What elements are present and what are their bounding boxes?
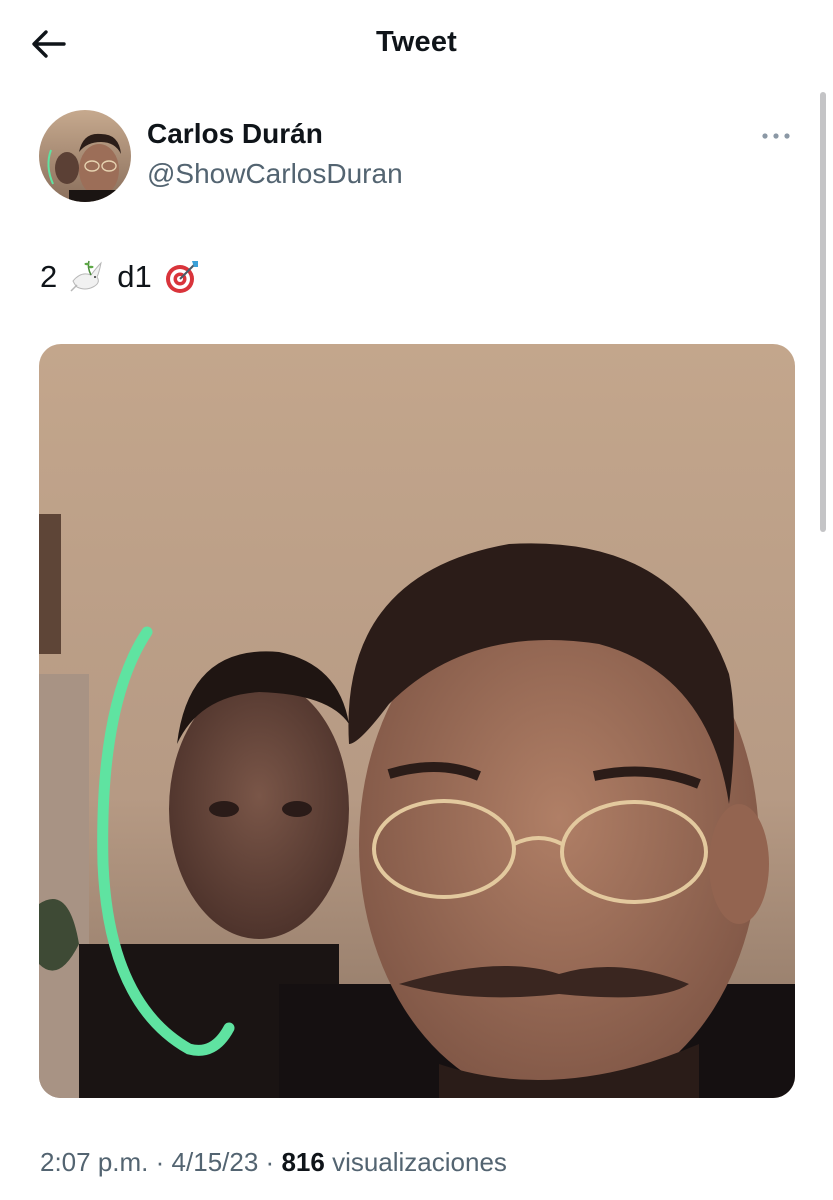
tweet-photo[interactable]	[39, 344, 795, 1098]
views-count[interactable]: 816	[281, 1147, 324, 1177]
tweet-text-part: d1	[117, 259, 152, 294]
author-name[interactable]: Carlos Durán	[147, 118, 323, 150]
meta-separator: ·	[155, 1147, 165, 1177]
tweet-time: 2:07 p.m.	[40, 1147, 149, 1177]
author-handle[interactable]: @ShowCarlosDuran	[147, 158, 403, 190]
tweet-photo-image	[39, 344, 795, 1098]
tweet-text: 2 d1	[40, 254, 212, 300]
meta-separator: ·	[265, 1147, 275, 1177]
scrollbar[interactable]	[820, 92, 826, 532]
more-options-button[interactable]	[752, 120, 800, 152]
tweet-text-part: 2	[40, 259, 58, 294]
avatar-photo	[39, 110, 131, 202]
avatar[interactable]	[39, 110, 131, 202]
top-bar: Tweet	[0, 0, 833, 90]
page-title: Tweet	[375, 26, 458, 58]
tweet-detail-page: Tweet Carlos Durán @ShowCarlosDuran 2 d1…	[0, 0, 833, 1200]
tweet-date[interactable]: 4/15/23	[172, 1147, 259, 1177]
direct-hit-icon	[165, 261, 198, 293]
more-horizontal-icon	[762, 133, 790, 139]
dove-icon	[70, 260, 103, 292]
tweet-meta: 2:07 p.m. · 4/15/23 · 816 visualizacione…	[40, 1147, 507, 1178]
views-label[interactable]: visualizaciones	[332, 1147, 507, 1177]
